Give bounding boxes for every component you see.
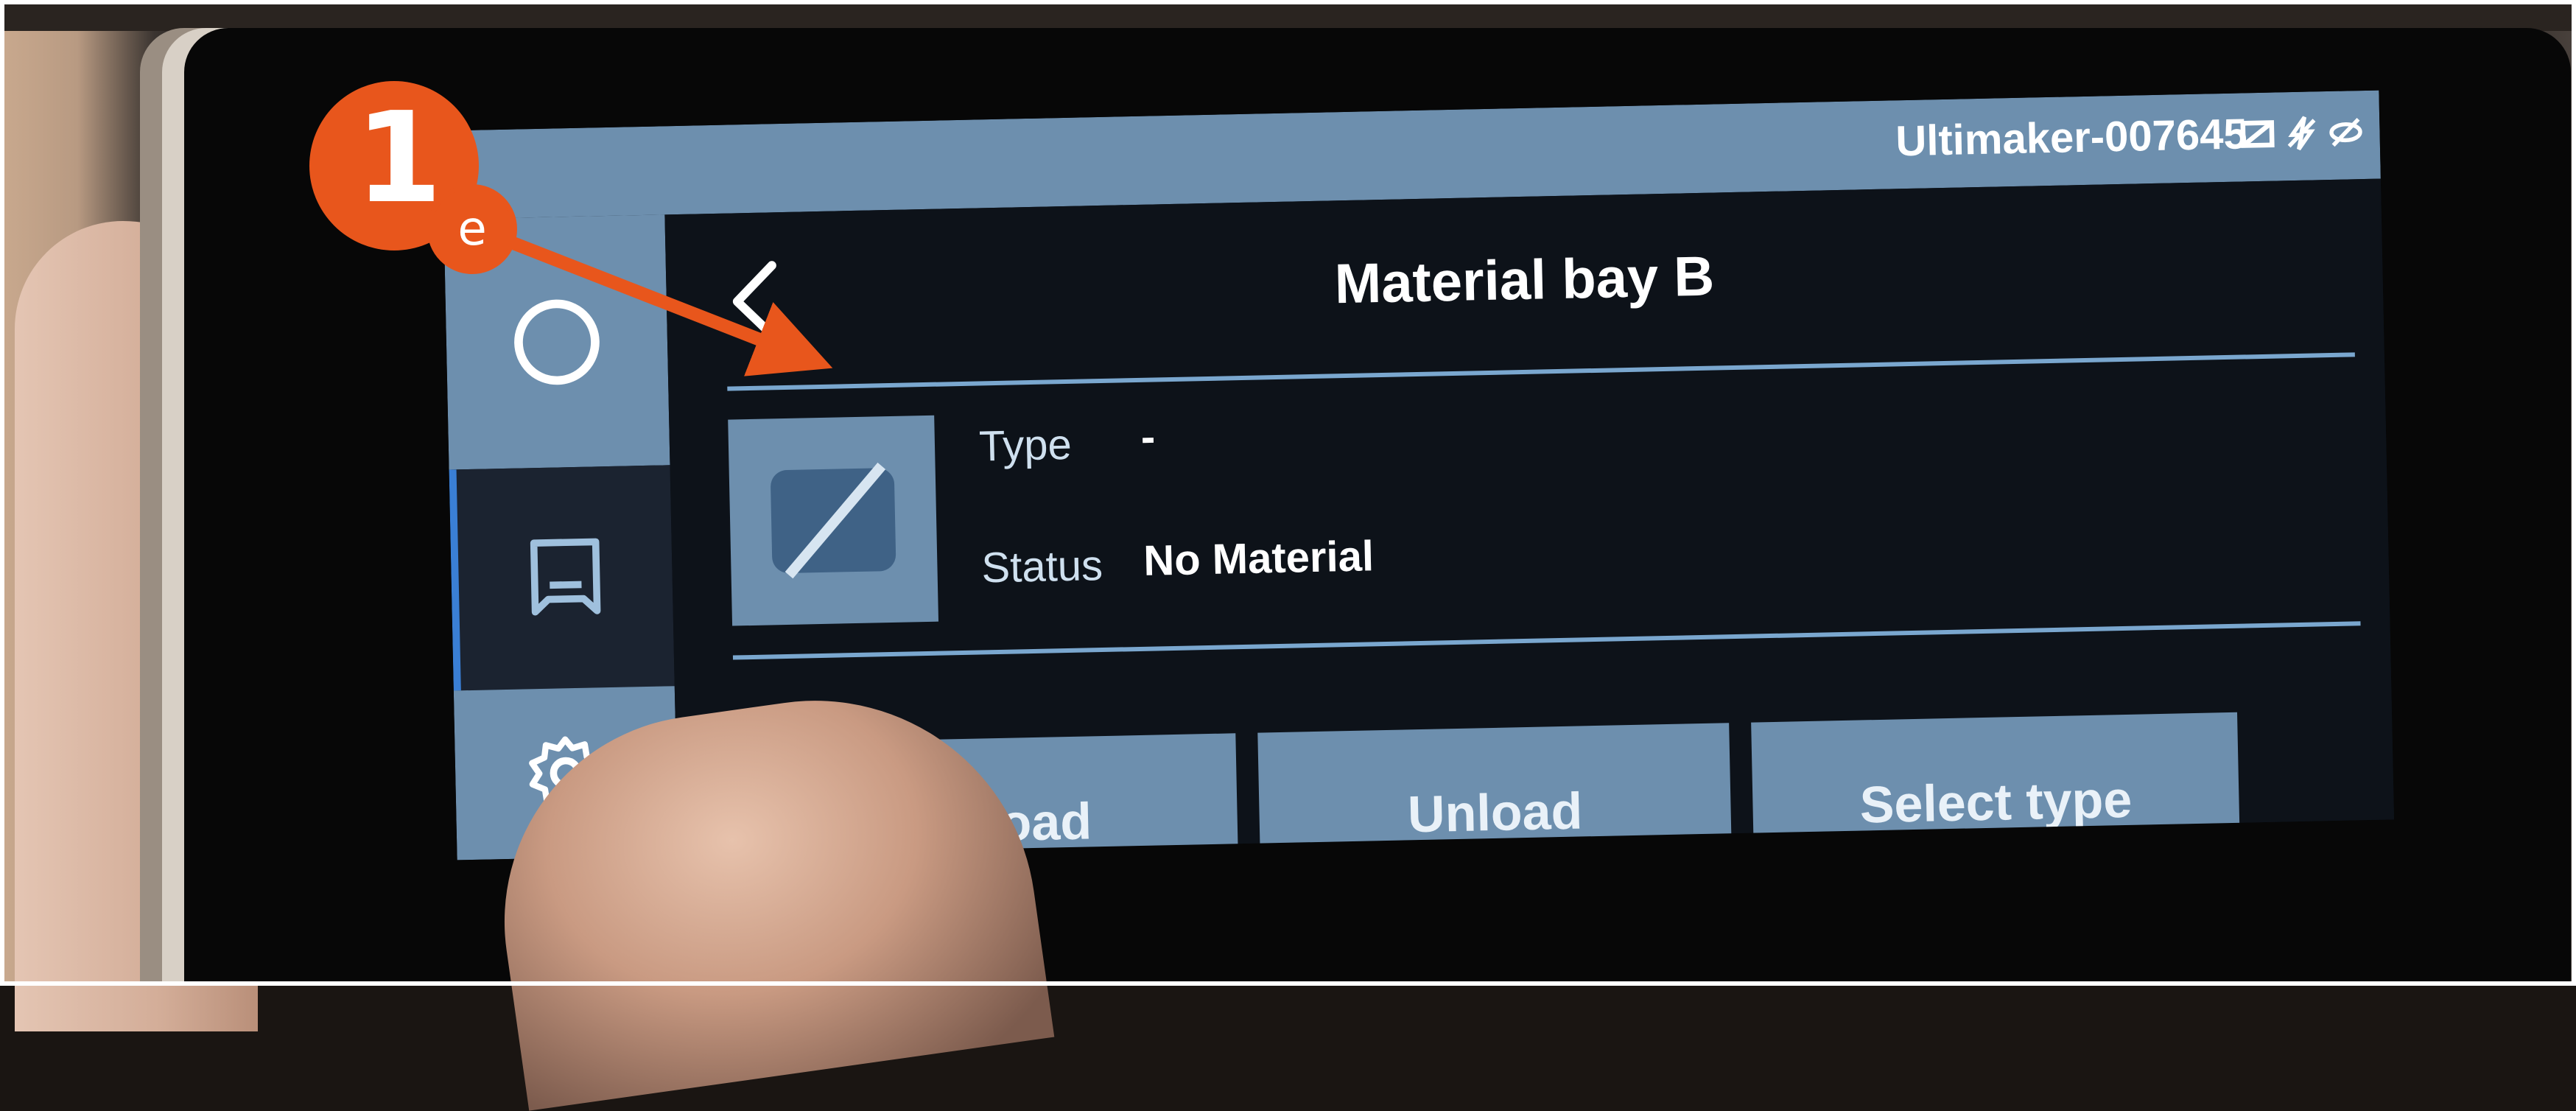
photo-top-strip [0,0,2576,31]
annotation-letter: e [427,184,517,274]
title-divider [727,352,2355,391]
sidebar-item-material[interactable] [449,465,675,691]
page-title: Material bay B [1334,245,1715,316]
no-material-icon [771,462,896,579]
unload-button-label: Unload [1407,782,1584,844]
status-label: Status [980,541,1103,592]
type-value: - [1140,413,1156,461]
status-icon-1 [2240,120,2275,148]
device-name: Ultimaker-007645 [1895,110,2248,166]
annotation-number: 1 [355,85,443,231]
status-value: No Material [1143,532,1375,585]
status-icon-3 [2329,117,2362,147]
material-icon [530,538,601,616]
annotation-badge: 1 e [309,81,517,274]
select-type-button-label: Select type [1859,770,2133,834]
info-divider [732,621,2361,660]
circle-icon [514,299,600,385]
material-thumbnail [728,415,939,626]
type-label: Type [978,420,1073,471]
status-icon-2 [2287,116,2316,151]
